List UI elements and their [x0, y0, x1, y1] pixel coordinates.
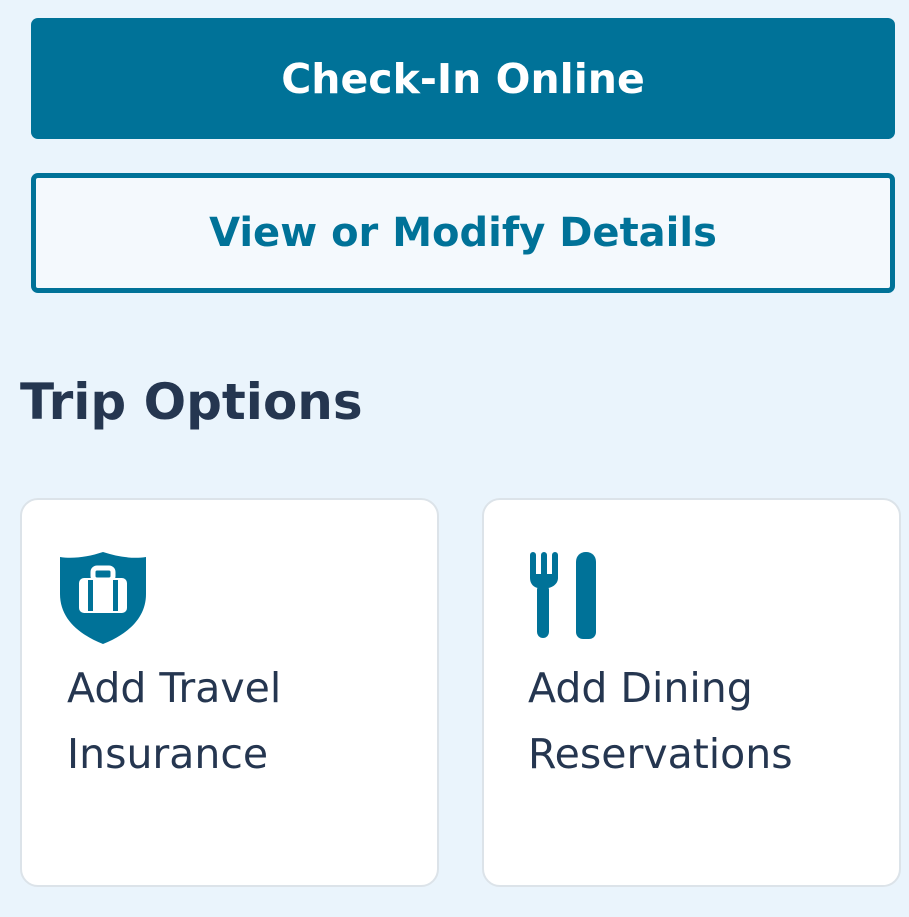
card-label-dining-reservations: Add Dining Reservations: [528, 664, 793, 778]
fork-knife-icon: [530, 552, 596, 639]
trip-options-heading: Trip Options: [20, 373, 363, 431]
view-modify-details-button[interactable]: View or Modify Details: [31, 173, 895, 293]
add-dining-reservations-card[interactable]: Add Dining Reservations: [482, 498, 901, 887]
card-label-travel-insurance: Add Travel Insurance: [67, 664, 282, 778]
shield-luggage-icon: [60, 552, 146, 644]
add-travel-insurance-card[interactable]: Add Travel Insurance: [20, 498, 439, 887]
check-in-online-button[interactable]: Check-In Online: [31, 18, 895, 139]
